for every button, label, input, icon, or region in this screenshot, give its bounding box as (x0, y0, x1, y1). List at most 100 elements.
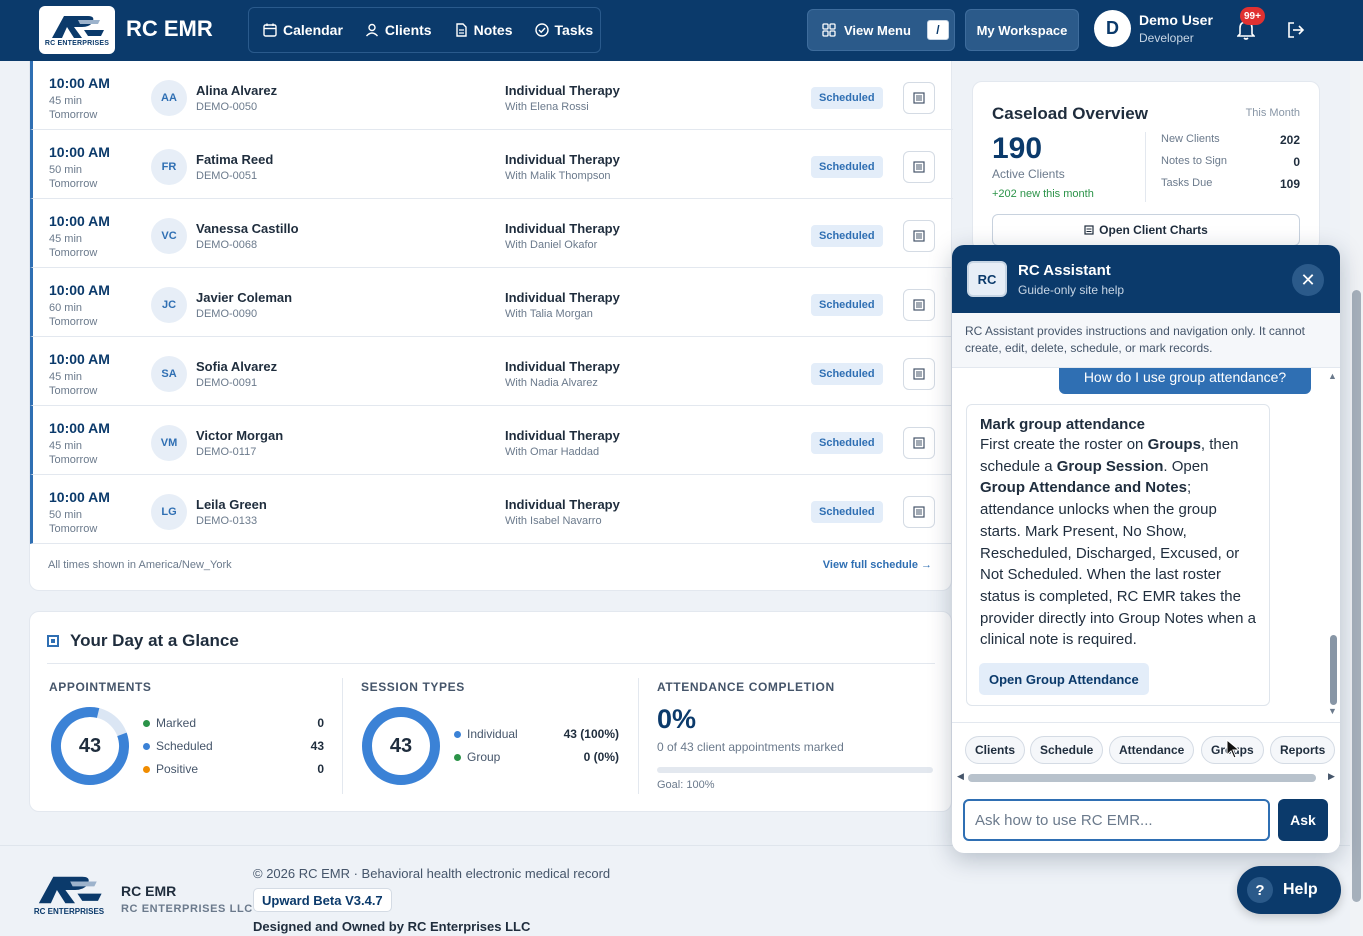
main-nav: Calendar Clients Notes Tasks (248, 7, 601, 53)
page-scrollbar-thumb[interactable] (1352, 290, 1361, 902)
help-button[interactable]: ? Help (1237, 866, 1341, 914)
legend-dot (454, 730, 461, 738)
legend-label: Marked (156, 716, 197, 730)
legend-value: 0 (317, 762, 324, 776)
open-note-button[interactable] (903, 220, 935, 252)
service-provider: With Nadia Alvarez (505, 377, 598, 389)
appointment-duration: 45 min (49, 233, 83, 245)
ask-input[interactable] (963, 799, 1270, 841)
document-icon (913, 92, 925, 104)
user-message: How do I use group attendance? (1059, 368, 1311, 394)
caseload-stat-label: Tasks Due (1161, 177, 1213, 189)
grid-icon (822, 23, 836, 37)
scroll-up-icon[interactable]: ▲ (1328, 371, 1337, 381)
nav-calendar[interactable]: Calendar (263, 22, 343, 38)
nav-clients[interactable]: Clients (365, 22, 432, 38)
client-initials-avatar: VC (151, 218, 187, 254)
nav-tasks[interactable]: Tasks (534, 22, 594, 38)
chip-schedule[interactable]: Schedule (1030, 736, 1104, 764)
chat-messages[interactable]: How do I use group attendance? Mark grou… (952, 368, 1340, 722)
table-row[interactable]: 10:00 AM 45 min Tomorrow SA Sofia Alvarez DEM… (30, 337, 953, 406)
client-name[interactable]: Alina Alvarez (196, 83, 277, 98)
scroll-left-icon[interactable]: ◀ (957, 771, 964, 782)
attendance-goal: Goal: 100% (657, 779, 715, 791)
document-icon (913, 368, 925, 380)
scroll-right-icon[interactable]: ▶ (1328, 771, 1335, 782)
version-badge[interactable]: Upward Beta V3.4.7 (253, 888, 392, 912)
table-row[interactable]: 10:00 AM 50 min Tomorrow FR Fatima Reed DEMO-… (30, 130, 953, 199)
nav-notes[interactable]: Notes (454, 22, 513, 38)
client-id: DEMO-0050 (196, 101, 258, 113)
close-button[interactable]: ✕ (1292, 264, 1324, 296)
view-full-schedule-link[interactable]: View full schedule → (823, 559, 932, 571)
legend-value: 0 (317, 716, 324, 730)
client-name[interactable]: Leila Green (196, 497, 267, 512)
rc-logo-icon (52, 15, 104, 38)
client-id: DEMO-0091 (196, 377, 258, 389)
app-logo[interactable]: RC ENTERPRISES (39, 6, 115, 54)
client-initials-avatar: JC (151, 287, 187, 323)
chip-reports[interactable]: Reports (1270, 736, 1336, 764)
client-initials-avatar: AA (151, 80, 187, 116)
page-footer: RC ENTERPRISES RC EMR RC ENTERPRISES LLC… (0, 845, 1350, 936)
chips-scrollbar[interactable] (968, 774, 1316, 782)
day-at-a-glance: Your Day at a Glance APPOINTMENTS 43 Mar… (29, 611, 952, 812)
table-row[interactable]: 10:00 AM 45 min Tomorrow VC Vanessa Castillo… (30, 199, 953, 268)
service-name: Individual Therapy (505, 152, 620, 167)
list-icon (1084, 225, 1094, 235)
user-menu[interactable]: D Demo User Developer (1094, 10, 1213, 47)
service-provider: With Talia Morgan (505, 308, 593, 320)
status-badge: Scheduled (811, 225, 883, 247)
scroll-down-icon[interactable]: ▼ (1328, 706, 1337, 716)
legend-label: Scheduled (156, 739, 213, 753)
appointment-day: Tomorrow (49, 316, 98, 328)
user-role: Developer (1139, 31, 1194, 45)
client-name[interactable]: Fatima Reed (196, 152, 273, 167)
open-client-charts-button[interactable]: Open Client Charts (992, 214, 1300, 246)
logout-icon[interactable] (1287, 21, 1305, 39)
document-icon (455, 23, 467, 37)
appointment-duration: 50 min (49, 164, 83, 176)
chip-clients[interactable]: Clients (965, 736, 1026, 764)
open-group-attendance-button[interactable]: Open Group Attendance (979, 663, 1149, 695)
table-row[interactable]: 10:00 AM 60 min Tomorrow JC Javier Coleman DE… (30, 268, 953, 337)
open-client-charts-label: Open Client Charts (1099, 223, 1208, 237)
client-name[interactable]: Javier Coleman (196, 290, 292, 305)
open-note-button[interactable] (903, 427, 935, 459)
status-badge: Scheduled (811, 294, 883, 316)
table-row[interactable]: 10:00 AM 45 min Tomorrow VM Victor Morgan DEM… (30, 406, 953, 475)
brand-name[interactable]: RC EMR (126, 16, 213, 42)
open-note-button[interactable] (903, 496, 935, 528)
open-note-button[interactable] (903, 151, 935, 183)
attendance-subtitle: 0 of 43 client appointments marked (657, 740, 844, 754)
open-note-button[interactable] (903, 82, 935, 114)
open-note-button[interactable] (903, 358, 935, 390)
nav-calendar-label: Calendar (283, 22, 343, 38)
my-workspace-button[interactable]: My Workspace (965, 9, 1079, 51)
legend-value: 43 (310, 739, 324, 753)
client-id: DEMO-0090 (196, 308, 258, 320)
chip-attendance[interactable]: Attendance (1109, 736, 1195, 764)
client-name[interactable]: Sofia Alvarez (196, 359, 277, 374)
logo-text: RC ENTERPRISES (44, 39, 110, 47)
view-menu-button[interactable]: View Menu / (807, 9, 955, 51)
appointment-time: 10:00 AM (49, 420, 110, 436)
client-id: DEMO-0133 (196, 515, 258, 527)
nav-tasks-label: Tasks (554, 22, 594, 38)
table-row[interactable]: 10:00 AM 45 min Tomorrow AA Alina Alvarez DEM… (30, 61, 953, 130)
timezone-note: All times shown in America/New_York (48, 559, 232, 571)
client-name[interactable]: Vanessa Castillo (196, 221, 299, 236)
legend-label: Group (467, 750, 501, 764)
open-note-button[interactable] (903, 289, 935, 321)
close-icon: ✕ (1300, 269, 1316, 290)
table-row[interactable]: 10:00 AM 50 min Tomorrow LG Leila Green DEMO-… (30, 475, 953, 544)
divider (638, 678, 639, 794)
client-name[interactable]: Victor Morgan (196, 428, 283, 443)
appointment-duration: 45 min (49, 440, 83, 452)
service-name: Individual Therapy (505, 359, 620, 374)
service-name: Individual Therapy (505, 83, 620, 98)
chat-scrollbar-thumb[interactable] (1330, 635, 1337, 705)
attendance-progress-bar (657, 767, 933, 773)
footer-owned: Designed and Owned by RC Enterprises LLC (253, 919, 531, 934)
ask-button[interactable]: Ask (1278, 799, 1328, 841)
